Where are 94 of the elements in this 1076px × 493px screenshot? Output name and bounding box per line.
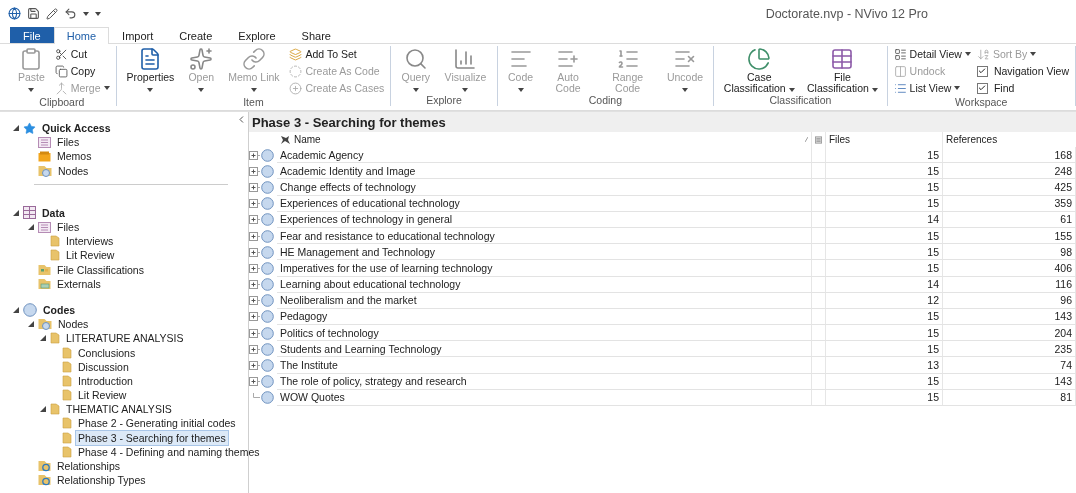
ribbon-button[interactable]: Copy [54,63,110,79]
table-cell: 15 [826,163,943,180]
tree-item[interactable]: THEMATIC ANALYSIS [63,401,175,418]
table-cell: 15 [826,308,943,326]
tree-item[interactable]: Phase 4 - Defining and naming themes [75,443,263,460]
table-cell: HE Management and Technology [277,244,812,261]
table-cell: 15 [826,260,943,277]
table-cell: 74 [943,357,1076,374]
table-cell: The role of policy, strategy and research [277,373,812,390]
group-label: Item [242,96,265,108]
table-cell: 14 [826,211,943,228]
tree-item[interactable]: Relationship Types [54,472,149,489]
tree-item[interactable]: LITERATURE ANALYSIS [63,330,187,347]
tree-item[interactable]: File Classifications [54,261,147,278]
table-cell: 116 [943,276,1076,293]
ribbon-tab[interactable]: Home [53,27,110,44]
table-cell: Fear and resistance to educational technology [277,227,812,245]
table-cell: 15 [826,179,943,196]
tree-item[interactable]: Files [54,219,83,236]
tree-item[interactable]: Conclusions [75,344,139,361]
group-label: Explore [425,94,463,106]
table-cell: 235 [943,341,1076,358]
ribbon-button[interactable]: Properties [122,46,179,94]
ribbon-button[interactable]: Detail View [893,46,971,62]
table-cell: 98 [943,244,1076,261]
tree-item[interactable]: Externals [54,275,104,292]
tree-item[interactable]: Nodes [55,162,92,179]
ribbon-tab[interactable]: File [10,27,54,43]
tree-item[interactable]: Discussion [75,358,132,375]
table-cell: Academic Agency [277,147,812,164]
table-cell: Students and Learning Technology [277,341,812,358]
table-cell: 15 [826,195,943,212]
group-label: Classification [768,94,833,106]
table-cell: 15 [826,341,943,358]
table-cell: 96 [943,292,1076,309]
tree-item[interactable]: Phase 3 - Searching for themes [75,429,229,446]
group-label: Coding [587,94,624,106]
table-cell: 15 [826,147,943,164]
tree-item[interactable]: Relationships [54,458,124,475]
table-cell: 14 [826,276,943,293]
table-cell: 425 [943,179,1076,196]
table-cell: 15 [826,389,943,406]
tree-item[interactable]: Nodes [55,316,92,333]
section-heading[interactable]: Data [39,204,68,221]
ribbon-button[interactable]: File Classification [804,46,881,94]
table-cell: 15 [826,325,943,342]
group-label: Clipboard [38,96,86,108]
table-cell: 13 [826,357,943,374]
table-cell: Experiences of technology in general [277,211,812,228]
table-cell: 15 [826,244,943,261]
table-cell: Neoliberalism and the market [277,292,812,309]
view-title: Phase 3 - Searching for themes [249,112,1076,132]
table-cell: Pedagogy [277,308,812,326]
table-cell: 248 [943,163,1076,180]
ribbon-button[interactable]: List View [893,80,971,96]
tree-item[interactable]: Introduction [75,372,136,389]
table-cell: 168 [943,147,1076,164]
table-cell: Learning about educational technology [277,276,812,293]
section-heading[interactable]: Codes [40,301,79,318]
table-cell: 12 [826,292,943,309]
table-cell: Politics of technology [277,325,812,342]
table-cell: 61 [943,211,1076,228]
checkbox-label: Find [993,82,1015,94]
section-heading[interactable]: Quick Access [39,120,114,137]
tree-item[interactable]: Lit Review [63,247,118,264]
column-header[interactable]: Name [294,134,321,145]
tree-item[interactable]: Phase 2 - Generating initial codes [75,415,239,432]
tree-item[interactable]: Interviews [63,233,117,250]
table-cell: 15 [826,227,943,245]
table-cell: Academic Identity and Image [277,163,812,180]
checkbox-label: Navigation View [993,65,1069,77]
table-cell: 143 [943,308,1076,326]
table-cell: 81 [943,389,1076,406]
table-cell: The Institute [277,357,812,374]
table-cell: 155 [943,227,1076,245]
ribbon-button[interactable]: Cut [54,46,110,62]
ribbon-button[interactable]: Case Classification [720,46,799,94]
table-cell: 15 [826,373,943,390]
column-header[interactable]: References [946,134,998,145]
table-cell: WOW Quotes [277,389,812,406]
table-cell: 406 [943,260,1076,277]
window-title: Doctorate.nvp - NVivo 12 Pro [765,6,928,21]
tree-item[interactable]: Files [54,134,83,151]
tree-item[interactable]: Memos [54,148,95,165]
table-cell: Change effects of technology [277,179,812,196]
table-cell: 143 [943,373,1076,390]
table-cell: 204 [943,325,1076,342]
group-label: Workspace [954,96,1009,108]
table-cell: Imperatives for the use of learning technology [277,260,812,277]
ribbon-button[interactable]: Add To Set [289,46,385,62]
column-header[interactable]: Files [829,134,851,145]
tree-item[interactable]: Lit Review [75,387,130,404]
table-cell: Experiences of educational technology [277,195,812,212]
table-cell: 359 [943,195,1076,212]
